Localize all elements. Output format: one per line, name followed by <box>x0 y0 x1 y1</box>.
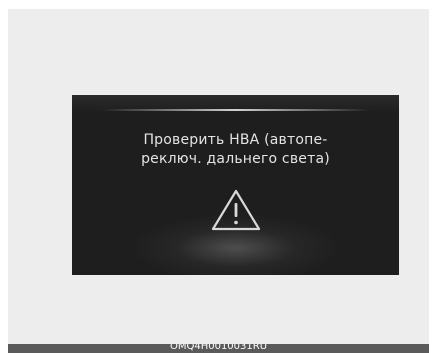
cluster-display: Проверить HBA (автопе- реключ. дальнего … <box>72 95 399 275</box>
figure-code-bar: OMQ4H0010031RU <box>8 344 429 353</box>
warning-message-line-1: Проверить HBA (автопе- <box>143 132 328 148</box>
figure-code: OMQ4H0010031RU <box>169 344 268 352</box>
figure-frame: Проверить HBA (автопе- реключ. дальнего … <box>8 9 429 344</box>
warning-message: Проверить HBA (автопе- реключ. дальнего … <box>72 131 399 169</box>
warning-triangle-icon <box>211 189 261 231</box>
warning-message-line-2: реключ. дальнего света) <box>141 151 330 167</box>
display-top-glow <box>102 109 369 111</box>
